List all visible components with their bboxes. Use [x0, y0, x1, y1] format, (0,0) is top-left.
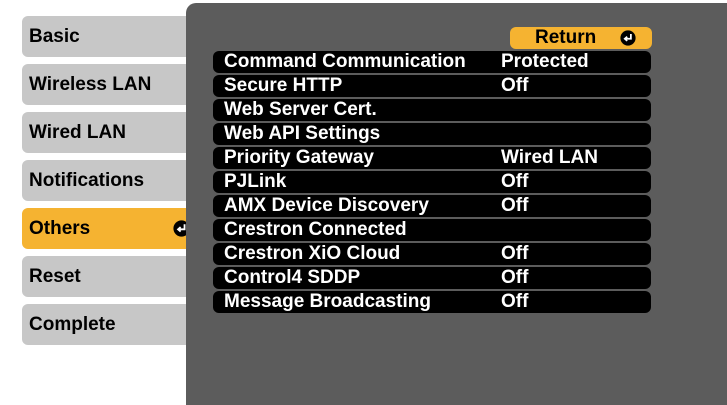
- setting-value: Off: [501, 75, 529, 96]
- setting-control4-sddp[interactable]: Control4 SDDP Off: [213, 267, 651, 289]
- setting-secure-http[interactable]: Secure HTTP Off: [213, 75, 651, 97]
- setting-label: PJLink: [224, 171, 287, 192]
- tab-label: Basic: [29, 26, 80, 47]
- tab-basic[interactable]: Basic: [22, 16, 200, 57]
- tab-label: Wireless LAN: [29, 74, 152, 95]
- setting-crestron-connected[interactable]: Crestron Connected: [213, 219, 651, 241]
- setting-value: Off: [501, 291, 529, 312]
- setting-value: Off: [501, 243, 529, 264]
- setting-label: Priority Gateway: [224, 147, 374, 168]
- setting-amx-device-discovery[interactable]: AMX Device Discovery Off: [213, 195, 651, 217]
- setting-pjlink[interactable]: PJLink Off: [213, 171, 651, 193]
- setting-message-broadcasting[interactable]: Message Broadcasting Off: [213, 291, 651, 313]
- setting-label: Crestron Connected: [224, 219, 407, 240]
- setting-command-communication[interactable]: Command Communication Protected: [213, 51, 651, 73]
- tab-label: Wired LAN: [29, 122, 126, 143]
- setting-label: Control4 SDDP: [224, 267, 361, 288]
- setting-label: Web API Settings: [224, 123, 381, 144]
- setting-value: Off: [501, 195, 529, 216]
- setting-label: Web Server Cert.: [224, 99, 377, 120]
- return-button-label: Return: [535, 27, 597, 48]
- tab-label: Notifications: [29, 170, 145, 191]
- setting-value: Protected: [501, 51, 589, 72]
- tab-notifications[interactable]: Notifications: [22, 160, 200, 201]
- setting-label: Crestron XiO Cloud: [224, 243, 401, 264]
- tab-label: Reset: [29, 266, 81, 287]
- setting-value: Off: [501, 171, 529, 192]
- setting-web-server-cert[interactable]: Web Server Cert.: [213, 99, 651, 121]
- setting-label: Message Broadcasting: [224, 291, 431, 312]
- setting-label: AMX Device Discovery: [224, 195, 429, 216]
- setting-label: Command Communication: [224, 51, 466, 72]
- tab-wireless-lan[interactable]: Wireless LAN: [22, 64, 200, 105]
- setting-label: Secure HTTP: [224, 75, 343, 96]
- tab-label: Complete: [29, 314, 116, 335]
- tab-label: Others: [29, 218, 91, 239]
- tab-wired-lan[interactable]: Wired LAN: [22, 112, 200, 153]
- setting-value: Off: [501, 267, 529, 288]
- tab-complete[interactable]: Complete: [22, 304, 200, 345]
- tab-others[interactable]: Others: [22, 208, 200, 249]
- tab-reset[interactable]: Reset: [22, 256, 200, 297]
- enter-icon: [620, 30, 636, 46]
- setting-priority-gateway[interactable]: Priority Gateway Wired LAN: [213, 147, 651, 169]
- return-button[interactable]: Return: [510, 27, 652, 49]
- setting-value: Wired LAN: [501, 147, 598, 168]
- setting-web-api-settings[interactable]: Web API Settings: [213, 123, 651, 145]
- setting-crestron-xio-cloud[interactable]: Crestron XiO Cloud Off: [213, 243, 651, 265]
